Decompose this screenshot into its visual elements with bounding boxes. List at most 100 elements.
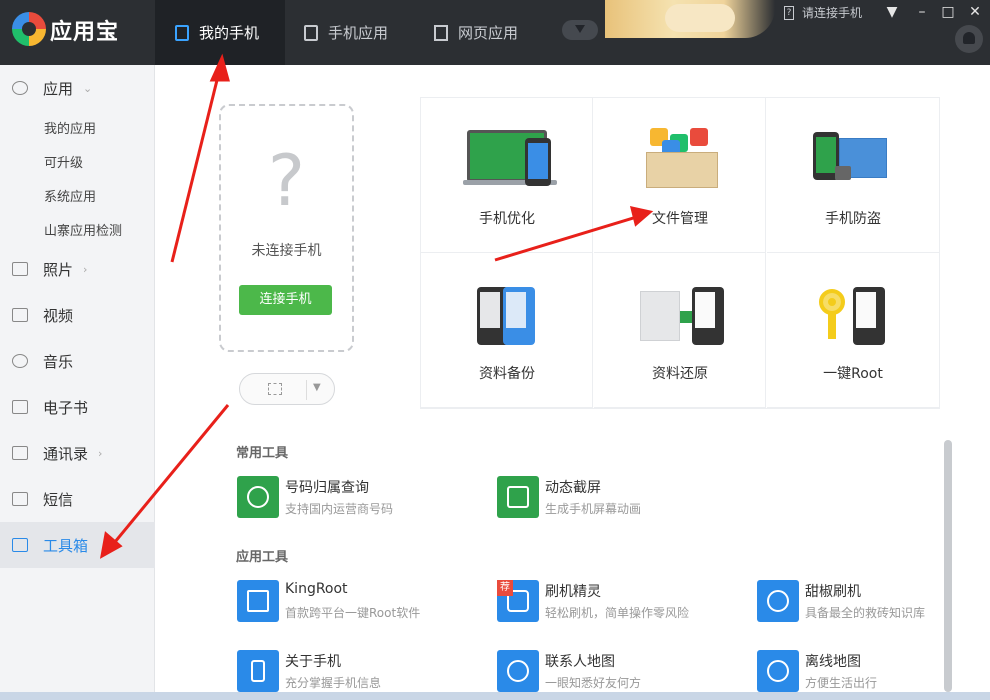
logo-icon [12, 12, 46, 46]
sidebar-item-label: 应用 [43, 79, 74, 98]
tab-web-apps[interactable]: 网页应用 [434, 0, 544, 65]
toolbox-icon [12, 538, 28, 552]
tools-grid: 手机优化 文件管理 手机防盗 资料备份 资料还原 一键Root [421, 98, 939, 408]
connect-status-label: 请连接手机 [802, 6, 863, 20]
scrollbar[interactable] [944, 440, 952, 692]
data-backup-icon [467, 281, 551, 345]
tool-desc: 充分掌握手机信息 [285, 676, 382, 690]
minimize-button[interactable]: – [911, 2, 933, 22]
taskbar [0, 692, 990, 700]
question-mark-icon: ? [267, 140, 306, 222]
phone-status-icon: ? [784, 5, 794, 20]
tool-name: 联系人地图 [545, 654, 615, 670]
sidebar-sub-system-apps[interactable]: 系统应用 [44, 186, 96, 205]
tool-anti-theft[interactable]: 手机防盗 [767, 98, 939, 253]
tool-name: 刷机精灵 [545, 584, 601, 600]
download-button[interactable] [562, 20, 598, 40]
tool-label: 文件管理 [652, 211, 708, 227]
tool-pepper-flash[interactable]: 甜椒刷机 具备最全的救砖知识库 [757, 580, 990, 624]
tool-data-backup[interactable]: 资料备份 [421, 253, 593, 408]
tool-flash-wizard[interactable]: 荐 刷机精灵 轻松刷机，简单操作零风险 [497, 580, 737, 624]
tool-file-manager[interactable]: 文件管理 [594, 98, 766, 253]
tool-desc: 方便生活出行 [805, 676, 878, 690]
sidebar: 应用 ⌄ 我的应用 可升级 系统应用 山寨应用检测 照片 › 视频 音乐 电子书… [0, 65, 155, 700]
photo-icon [12, 262, 28, 276]
bag-icon [304, 24, 318, 41]
sidebar-item-toolbox[interactable]: 工具箱 [0, 522, 155, 568]
sidebar-item-label: 通讯录 [43, 444, 89, 463]
book-icon [12, 400, 28, 414]
tool-desc: 首款跨平台一键Root软件 [285, 606, 421, 620]
tool-desc: 具备最全的救砖知识库 [805, 606, 926, 620]
sidebar-item-photos[interactable]: 照片 › [0, 246, 155, 292]
connect-status[interactable]: ? 请连接手机 [784, 4, 862, 21]
web-icon [434, 24, 448, 41]
video-icon [12, 308, 28, 322]
sidebar-item-label: 视频 [43, 306, 74, 325]
phone-status: 未连接手机 [251, 243, 322, 259]
phone-icon [175, 24, 189, 41]
app-icon [12, 81, 28, 95]
tool-desc: 支持国内运营商号码 [285, 502, 394, 516]
sidebar-sub-my-apps[interactable]: 我的应用 [44, 118, 96, 137]
tool-label: 一键Root [823, 366, 883, 382]
sidebar-item-label: 工具箱 [43, 536, 89, 555]
tool-phone-optimize[interactable]: 手机优化 [421, 98, 593, 253]
tab-label: 网页应用 [458, 24, 519, 42]
kingroot-icon [237, 580, 279, 622]
tool-offline-map[interactable]: 离线地图 方便生活出行 [757, 650, 990, 694]
tool-name: 号码归属查询 [285, 480, 369, 496]
chevron-down-icon[interactable]: ▼ [313, 382, 321, 393]
recommend-badge: 荐 [497, 580, 513, 596]
tool-data-restore[interactable]: 资料还原 [594, 253, 766, 408]
tab-my-phone[interactable]: 我的手机 [155, 0, 285, 65]
flash-wizard-icon: 荐 [497, 580, 539, 622]
section-title-common-tools: 常用工具 [236, 446, 289, 461]
crop-icon [268, 383, 282, 395]
sidebar-item-videos[interactable]: 视频 [0, 292, 155, 338]
chevron-right-icon: › [83, 262, 88, 276]
tool-kingroot[interactable]: KingRoot 首款跨平台一键Root软件 [237, 580, 477, 624]
tool-name: 离线地图 [805, 654, 861, 670]
cat-mascot [665, 4, 735, 32]
close-button[interactable]: ✕ [964, 2, 986, 22]
notification-icon[interactable] [955, 25, 983, 53]
tool-label: 资料备份 [479, 366, 535, 382]
tool-name: 甜椒刷机 [805, 584, 861, 600]
brand-name: 应用宝 [50, 20, 120, 45]
music-icon [12, 354, 28, 368]
divider [306, 380, 307, 400]
chevron-down-icon: ⌄ [83, 81, 93, 95]
tool-number-lookup[interactable]: 号码归属查询 支持国内运营商号码 [237, 476, 477, 520]
offline-map-icon [757, 650, 799, 692]
sidebar-item-apps[interactable]: 应用 ⌄ [0, 65, 155, 111]
sidebar-sub-upgradable[interactable]: 可升级 [44, 152, 83, 171]
sidebar-item-label: 音乐 [43, 352, 74, 371]
tool-about-phone[interactable]: 关于手机 充分掌握手机信息 [237, 650, 477, 694]
tab-label: 我的手机 [199, 24, 260, 42]
sidebar-item-music[interactable]: 音乐 [0, 338, 155, 384]
contacts-icon [12, 446, 28, 460]
screenshot-button[interactable]: ▼ [239, 373, 335, 405]
phone-optimize-icon [463, 126, 557, 190]
tool-contact-map[interactable]: 联系人地图 一眼知悉好友何方 [497, 650, 737, 694]
tool-label: 资料还原 [652, 366, 708, 382]
sidebar-item-ebooks[interactable]: 电子书 [0, 384, 155, 430]
tool-desc: 生成手机屏幕动画 [545, 502, 642, 516]
tool-one-key-root[interactable]: 一键Root [767, 253, 939, 408]
maximize-button[interactable]: □ [937, 2, 959, 22]
sidebar-item-sms[interactable]: 短信 [0, 476, 155, 522]
connect-phone-button[interactable]: 连接手机 [239, 285, 332, 315]
file-manager-icon [640, 126, 724, 190]
map-pin-icon [497, 650, 539, 692]
banner-image[interactable] [605, 0, 775, 38]
sidebar-sub-fake-app-check[interactable]: 山寨应用检测 [44, 220, 122, 239]
app-window: 应用宝 我的手机 手机应用 网页应用 ? 请连接手机 ▼ – □ ✕ 应用 ⌄ [0, 0, 990, 700]
chevron-right-icon: › [98, 446, 103, 460]
sidebar-item-contacts[interactable]: 通讯录 › [0, 430, 155, 476]
tool-name: 关于手机 [285, 654, 341, 670]
menu-button[interactable]: ▼ [881, 2, 903, 22]
tool-dynamic-screenshot[interactable]: 动态截屏 生成手机屏幕动画 [497, 476, 737, 520]
tab-phone-apps[interactable]: 手机应用 [304, 0, 414, 65]
sidebar-item-label: 短信 [43, 490, 74, 509]
